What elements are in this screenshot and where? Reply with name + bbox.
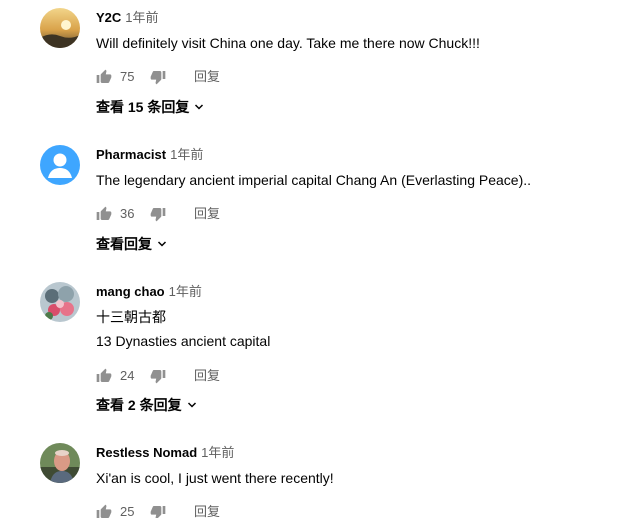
thumb-down-icon (150, 208, 166, 222)
comment-text: 十三朝古都 (96, 309, 166, 325)
like-button[interactable] (96, 65, 112, 89)
like-count: 24 (120, 368, 135, 383)
view-replies-label: 查看 15 条回复 (96, 99, 190, 115)
chevron-down-icon (195, 104, 204, 110)
chevron-down-icon (187, 402, 196, 408)
comment-time[interactable]: 1年前 (169, 284, 202, 299)
comment-time[interactable]: 1年前 (201, 445, 234, 460)
view-replies-label: 查看回复 (96, 236, 152, 252)
like-button[interactable] (96, 364, 112, 388)
comment-text: Will definitely visit China one day. Tak… (96, 35, 480, 51)
comment-time[interactable]: 1年前 (125, 10, 158, 25)
dislike-button[interactable] (150, 202, 166, 226)
thumb-down-icon (150, 506, 166, 518)
thumb-down-icon (150, 370, 166, 384)
thumb-up-icon (96, 69, 112, 83)
comment-text: Xi'an is cool, I just went there recentl… (96, 470, 334, 486)
comment-actions: 75 回复 (96, 65, 618, 89)
avatar[interactable] (40, 443, 80, 483)
reply-button[interactable]: 回复 (194, 500, 220, 518)
like-count: 25 (120, 504, 135, 518)
thumb-down-icon (150, 71, 166, 85)
like-button[interactable] (96, 202, 112, 226)
author-name[interactable]: Restless Nomad (96, 445, 197, 460)
thumb-up-icon (96, 368, 112, 382)
like-button[interactable] (96, 500, 112, 518)
comment-time[interactable]: 1年前 (170, 147, 203, 162)
author-name[interactable]: mang chao (96, 284, 165, 299)
view-replies-button[interactable]: 查看回复 (96, 234, 168, 254)
thumb-up-icon (96, 206, 112, 220)
avatar[interactable] (40, 145, 80, 185)
view-replies-button[interactable]: 查看 2 条回复 (96, 395, 198, 415)
reply-button[interactable]: 回复 (194, 65, 220, 89)
default-person-icon (48, 153, 72, 178)
author-name[interactable]: Y2C (96, 10, 121, 25)
thumb-up-icon (96, 504, 112, 518)
view-replies-label: 查看 2 条回复 (96, 397, 182, 413)
comment-actions: 36 回复 (96, 202, 618, 226)
view-replies-button[interactable]: 查看 15 条回复 (96, 97, 205, 117)
avatar[interactable] (40, 8, 80, 48)
author-name[interactable]: Pharmacist (96, 147, 166, 162)
comment-actions: 24 回复 (96, 364, 618, 388)
dislike-button[interactable] (150, 364, 166, 388)
like-count: 36 (120, 206, 135, 221)
comment-text: 13 Dynasties ancient capital (96, 333, 271, 349)
comment-actions: 25 回复 (96, 500, 618, 518)
dislike-button[interactable] (150, 65, 166, 89)
comment-text: The legendary ancient imperial capital C… (96, 172, 532, 188)
avatar[interactable] (40, 282, 80, 322)
reply-button[interactable]: 回复 (194, 202, 220, 226)
reply-button[interactable]: 回复 (194, 364, 220, 388)
dislike-button[interactable] (150, 500, 166, 518)
like-count: 75 (120, 69, 135, 84)
chevron-down-icon (157, 241, 167, 247)
